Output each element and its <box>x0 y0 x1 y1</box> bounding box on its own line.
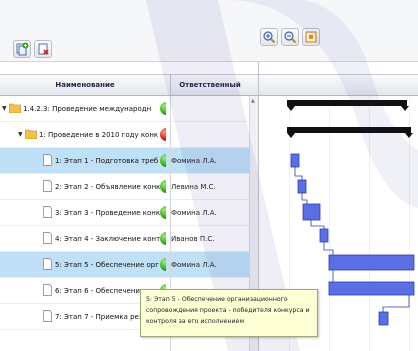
zoom-in-icon <box>263 31 276 44</box>
responsible-cell <box>171 96 249 122</box>
task-name: 4: Этап 4 - Заключение конт <box>55 235 161 243</box>
name-cell: 3: Этап 3 - Проведение конк <box>0 200 166 226</box>
table-row[interactable]: 1: Этап 1 - Подготовка треб Фомина Л.А. <box>0 148 258 174</box>
task-name: 7: Этап 7 - Приемка резу <box>55 313 147 321</box>
responsible-cell: Фомина Л.А. <box>171 157 217 165</box>
document-icon <box>43 284 52 296</box>
responsible-cell: Левина М.С. <box>171 183 216 191</box>
table-row[interactable]: 3: Этап 3 - Проведение конк Фомина Л.А. <box>0 200 258 226</box>
folder-open-icon <box>25 129 37 139</box>
tooltip-line: контроля за его исполнением <box>146 318 244 325</box>
document-icon <box>43 258 52 270</box>
grid-header: Наименование Ответственный <box>0 74 258 96</box>
document-icon <box>43 310 52 322</box>
task-bar[interactable] <box>297 179 307 194</box>
table-row[interactable]: ▼ 1: Проведение в 2010 году конк <box>0 122 258 148</box>
task-bar[interactable] <box>319 228 329 243</box>
responsible-cell <box>171 122 249 148</box>
delete-task-icon <box>38 43 49 55</box>
zoom-in-button[interactable] <box>260 28 278 46</box>
document-icon <box>43 232 52 244</box>
task-bar[interactable] <box>290 153 300 168</box>
add-task-icon <box>16 42 29 56</box>
task-name: 3: Этап 3 - Проведение конк <box>55 209 161 217</box>
name-cell: 4: Этап 4 - Заключение конт <box>0 226 166 252</box>
table-row[interactable]: 4: Этап 4 - Заключение конт Иванов П.С. <box>0 226 258 252</box>
collapse-arrow-icon[interactable]: ▼ <box>18 131 23 138</box>
scroll-up-icon[interactable]: ▲ <box>251 98 255 104</box>
zoom-out-button[interactable] <box>281 28 299 46</box>
task-name: 5: Этап 5 - Обеспечение орг <box>55 261 159 269</box>
tooltip-line: 5: Этап 5 - Обеспечение организационного <box>146 296 288 303</box>
add-task-button[interactable] <box>13 40 31 58</box>
table-row[interactable]: 5: Этап 5 - Обеспечение орг Фомина Л.А. <box>0 252 258 278</box>
status-indicator <box>160 128 166 141</box>
document-icon <box>43 180 52 192</box>
fit-button[interactable] <box>302 28 320 46</box>
collapse-arrow-icon[interactable]: ▼ <box>2 105 7 112</box>
task-name: 1: Этап 1 - Подготовка треб <box>55 157 159 165</box>
column-header-name[interactable]: Наименование <box>0 75 170 95</box>
delete-task-button[interactable] <box>34 40 52 58</box>
status-indicator <box>160 180 166 193</box>
task-name: 2: Этап 2 - Объявление конк <box>55 183 161 191</box>
name-cell: 5: Этап 5 - Обеспечение орг <box>0 252 166 278</box>
task-name: 6: Этап 6 - Обеспечение <box>55 287 145 295</box>
summary-bar[interactable] <box>287 100 409 111</box>
table-row[interactable]: ▼ 1.4.2.3: Проведение международн <box>0 96 258 122</box>
name-cell: ▼ 1: Проведение в 2010 году конк <box>0 122 166 148</box>
folder-open-icon <box>9 103 21 113</box>
task-name: 1: Проведение в 2010 году конк <box>39 131 159 139</box>
status-indicator <box>160 102 166 115</box>
table-row[interactable]: 2: Этап 2 - Объявление конк Левина М.С. <box>0 174 258 200</box>
status-indicator <box>160 232 166 245</box>
task-bar[interactable] <box>378 311 389 326</box>
status-indicator <box>160 206 166 219</box>
status-indicator <box>160 154 166 167</box>
responsible-cell: Иванов П.С. <box>171 235 215 243</box>
document-icon <box>43 206 52 218</box>
task-tooltip: 5: Этап 5 - Обеспечение организационного… <box>140 289 318 337</box>
column-header-responsible[interactable]: Ответственный <box>171 75 249 95</box>
task-bar[interactable] <box>328 281 415 296</box>
responsible-cell: Фомина Л.А. <box>171 261 217 269</box>
task-name: 1.4.2.3: Проведение международн <box>23 105 152 113</box>
fit-icon <box>305 31 317 43</box>
summary-bar[interactable] <box>287 127 413 138</box>
name-cell: 1: Этап 1 - Подготовка треб <box>0 148 166 174</box>
status-indicator <box>160 258 166 271</box>
responsible-cell: Фомина Л.А. <box>171 209 217 217</box>
tooltip-line: сопровождения проекта - победителя конку… <box>146 307 310 314</box>
zoom-out-icon <box>284 31 297 44</box>
name-cell: ▼ 1.4.2.3: Проведение международн <box>0 96 166 122</box>
document-icon <box>43 154 52 166</box>
task-bar[interactable] <box>302 203 321 221</box>
name-cell: 2: Этап 2 - Объявление конк <box>0 174 166 200</box>
task-bar[interactable] <box>328 254 415 271</box>
toolbar <box>0 0 418 62</box>
